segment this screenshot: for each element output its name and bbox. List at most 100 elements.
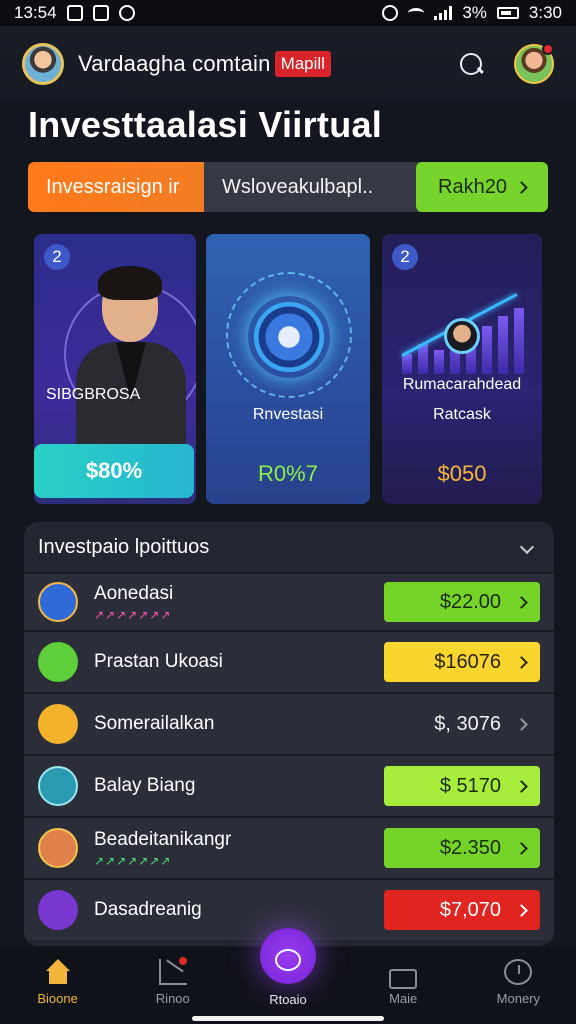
person-illustration	[76, 256, 186, 452]
list-item[interactable]: Beadeitanikangr ↗↗↗↗↗↗↗ $2.350	[24, 816, 554, 878]
bag-icon	[389, 969, 418, 989]
header-badge: Mapill	[274, 51, 331, 77]
card-amount: $80%	[85, 458, 143, 483]
globe-icon	[38, 582, 78, 622]
notification-icon	[92, 5, 109, 21]
user-avatar[interactable]	[22, 43, 64, 85]
portfolio-panel: Investpaio lpoittuos Aonedasi ↗↗↗↗↗↗↗ $2…	[24, 522, 554, 946]
value-button[interactable]: $22.00	[384, 582, 540, 622]
segment-invest-label: Invessraisign ir	[46, 175, 180, 198]
chevron-right-icon	[515, 655, 528, 669]
clock-icon	[504, 959, 533, 985]
row-text: Aonedasi ↗↗↗↗↗↗↗	[94, 583, 173, 622]
status-bar-left: 13:54	[14, 3, 135, 23]
folder-icon	[38, 890, 78, 930]
chevron-right-icon	[515, 180, 528, 194]
row-text: Somerailalkan	[94, 713, 214, 735]
chevron-right-icon	[515, 903, 528, 917]
wifi-icon	[408, 8, 425, 18]
row-value: $, 3076	[434, 712, 501, 735]
card-amount: $050	[382, 444, 542, 504]
segment-middle[interactable]: Wsloveakulbapl..	[204, 162, 416, 212]
card-label: SIBGBROSA	[46, 386, 141, 403]
center-action-label: Rtoaio	[269, 992, 307, 1007]
row-name: Dasadreanig	[94, 899, 202, 920]
avatar-badge	[444, 318, 480, 354]
row-value: $7,070	[439, 898, 501, 921]
segment-balance-label: Rakh20	[438, 175, 507, 198]
segment-middle-label: Wsloveakulbapl..	[222, 175, 374, 198]
card-number-badge: 2	[392, 244, 418, 270]
card-amount-button[interactable]: $80%	[34, 444, 194, 498]
list-item[interactable]: Aonedasi ↗↗↗↗↗↗↗ $22.00	[24, 572, 554, 630]
card-label-2: Ratcask	[433, 406, 491, 423]
leaf-icon	[38, 642, 78, 682]
signal-icon	[434, 6, 453, 20]
profile-avatar[interactable]	[514, 43, 554, 84]
list-item[interactable]: Somerailalkan $, 3076	[24, 692, 554, 754]
row-value: $22.00	[439, 590, 501, 613]
value-button[interactable]: $2.350	[384, 828, 540, 868]
globe-icon	[248, 296, 330, 378]
row-text: Balay Biang	[94, 775, 195, 797]
chevron-right-icon	[515, 779, 528, 793]
row-text: Beadeitanikangr ↗↗↗↗↗↗↗	[94, 829, 231, 868]
card-amount-text: R0%7	[258, 461, 318, 486]
row-trend: ↗↗↗↗↗↗↗	[94, 853, 172, 868]
home-icon	[44, 959, 72, 985]
status-clock: 3:30	[528, 3, 562, 22]
person-icon	[38, 828, 78, 868]
value-button[interactable]: $, 3076	[384, 704, 540, 744]
center-action-button[interactable]	[260, 928, 316, 984]
segment-invest-button[interactable]: Invessraisign ir	[28, 162, 204, 212]
chevron-right-icon	[515, 595, 528, 609]
portfolio-list: Aonedasi ↗↗↗↗↗↗↗ $22.00 Prastan Ukoasi $…	[24, 572, 554, 940]
investment-card-2[interactable]: Rnvestasi R0%7	[206, 234, 370, 504]
row-value: $16076	[434, 650, 501, 673]
card-number-badge: 2	[44, 244, 70, 270]
portfolio-header[interactable]: Investpaio lpoittuos	[24, 522, 554, 572]
search-icon[interactable]	[458, 51, 484, 77]
row-name: Prastan Ukoasi	[94, 651, 223, 672]
planet-icon	[275, 949, 301, 971]
row-name: Balay Biang	[94, 775, 196, 796]
chart-icon	[158, 957, 187, 985]
chevron-right-icon	[515, 841, 528, 855]
status-bar: 13:54 3% 3:30	[0, 0, 576, 26]
row-name: Aonedasi	[94, 582, 174, 604]
card-amount-text: $050	[437, 461, 487, 486]
battery-icon	[496, 7, 519, 19]
segment-balance-button[interactable]: Rakh20	[416, 162, 548, 212]
row-value: $2.350	[439, 836, 501, 859]
segment-bar: Invessraisign ir Wsloveakulbapl.. Rakh20	[28, 162, 548, 212]
chevron-down-icon[interactable]	[519, 539, 535, 555]
card-amount: R0%7	[206, 444, 370, 504]
row-value: $ 5170	[439, 774, 501, 797]
portfolio-title: Investpaio lpoittuos	[38, 535, 210, 558]
row-name: Beadeitanikangr	[94, 828, 232, 850]
home-indicator[interactable]	[192, 1016, 384, 1021]
app-header: Vardaagha comtain Mapill	[0, 26, 576, 102]
location-icon	[118, 5, 135, 21]
investment-card-3[interactable]: 2 Rumacarahdead Ratcask $050	[382, 234, 542, 504]
value-button[interactable]: $ 5170	[384, 766, 540, 806]
row-text: Prastan Ukoasi	[94, 651, 223, 673]
bird-icon	[38, 766, 78, 806]
row-trend: ↗↗↗↗↗↗↗	[94, 607, 172, 622]
battery-percent: 3%	[462, 3, 487, 22]
list-item[interactable]: Balay Biang $ 5170	[24, 754, 554, 816]
status-bar-right: 3% 3:30	[382, 3, 562, 23]
card-label: Rnvestasi	[252, 406, 324, 423]
investment-card-1[interactable]: 2 SIBGBROSA $80%	[34, 234, 196, 504]
list-item[interactable]: Prastan Ukoasi $16076	[24, 630, 554, 692]
image-icon	[66, 5, 83, 21]
alarm-icon	[382, 5, 399, 21]
header-title: Vardaagha comtain	[78, 51, 271, 76]
notification-dot	[542, 43, 554, 55]
value-button[interactable]: $16076	[384, 642, 540, 682]
header-actions	[458, 43, 554, 84]
value-button[interactable]: $7,070	[384, 890, 540, 930]
row-text: Dasadreanig	[94, 899, 202, 921]
envelope-icon	[38, 704, 78, 744]
row-name: Somerailalkan	[94, 713, 215, 734]
